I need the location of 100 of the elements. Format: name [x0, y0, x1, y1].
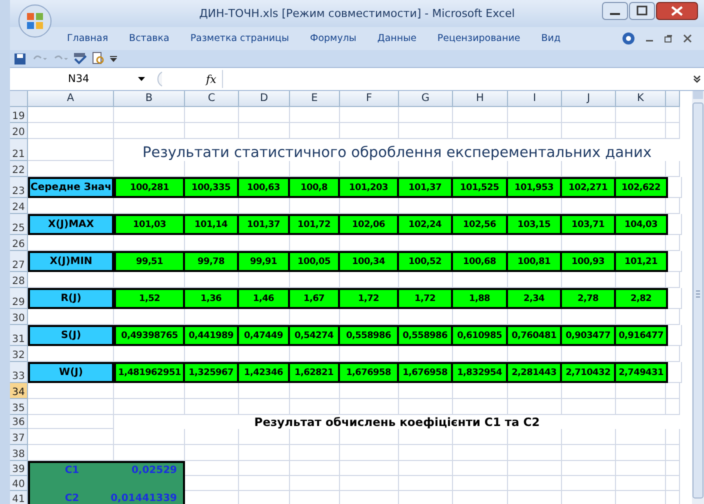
table-cell: 100,81: [508, 253, 562, 270]
empty-cell: [453, 445, 508, 461]
row-header[interactable]: 36: [10, 415, 28, 429]
empty-cell: [114, 107, 185, 123]
row-header[interactable]: 38: [10, 445, 28, 461]
help-icon[interactable]: [622, 32, 635, 45]
table-cell: 99,91: [239, 253, 290, 270]
row-header[interactable]: 33: [10, 362, 28, 383]
row-header[interactable]: 35: [10, 399, 28, 415]
column-header[interactable]: H: [453, 91, 508, 107]
ribbon-tab[interactable]: Главная: [67, 33, 108, 44]
empty-cell: [340, 161, 399, 177]
column-header[interactable]: A: [28, 91, 114, 107]
empty-cell: [616, 461, 666, 476]
ribbon-tab[interactable]: Разметка страницы: [190, 33, 290, 44]
column-header[interactable]: I: [508, 91, 562, 107]
row-header[interactable]: 29: [10, 288, 28, 309]
column-header[interactable]: E: [290, 91, 340, 107]
row-header[interactable]: 21: [10, 139, 28, 161]
table-cell: 0,903477: [562, 327, 616, 344]
table-cell: 1,676958: [399, 364, 453, 381]
table-cell: 1,67: [290, 290, 340, 307]
empty-cell: [453, 107, 508, 123]
row-header[interactable]: 34: [10, 383, 28, 399]
spelling-check-icon[interactable]: [73, 52, 87, 64]
empty-cell: [666, 123, 680, 139]
close-icon[interactable]: [656, 2, 698, 20]
table-cell: 99,51: [114, 253, 185, 270]
row-header[interactable]: 20: [10, 123, 28, 139]
expand-icon[interactable]: [693, 75, 701, 83]
minimize-icon[interactable]: [602, 2, 628, 20]
empty-cell: [114, 198, 185, 214]
table-cell: 2,78: [562, 290, 616, 307]
print-preview-icon[interactable]: [92, 52, 105, 65]
empty-cell: [666, 198, 680, 214]
column-header[interactable]: J: [562, 91, 616, 107]
row-header[interactable]: 25: [10, 214, 28, 235]
restore-icon[interactable]: [664, 34, 673, 43]
empty-cell: [290, 198, 340, 214]
table-cell: 101,21: [616, 253, 666, 270]
row-header[interactable]: 31: [10, 325, 28, 346]
vertical-scrollbar[interactable]: [692, 91, 704, 504]
table-cell: 102,06: [340, 216, 399, 233]
insert-function-button[interactable]: fx: [200, 72, 222, 86]
ribbon-tab[interactable]: Рецензирование: [437, 33, 520, 44]
table-cell: 101,72: [290, 216, 340, 233]
sheet-title: Результати статистичного оброблення експерементальних даних: [142, 145, 652, 161]
column-header[interactable]: B: [114, 91, 185, 107]
row-header[interactable]: 32: [10, 346, 28, 362]
row-header[interactable]: 24: [10, 198, 28, 214]
row-header[interactable]: 19: [10, 107, 28, 123]
empty-cell: [185, 123, 239, 139]
empty-cell: [666, 476, 680, 491]
row-header[interactable]: 37: [10, 429, 28, 445]
empty-cell: [616, 235, 666, 251]
empty-cell: [185, 309, 239, 325]
column-header[interactable]: D: [239, 91, 290, 107]
table-cell: 0,916477: [616, 327, 666, 344]
empty-cell: [185, 198, 239, 214]
save-icon[interactable]: [14, 52, 26, 64]
empty-cell: [185, 346, 239, 362]
table-cell: 100,52: [399, 253, 453, 270]
table-cell: 0,47449: [239, 327, 290, 344]
table-cell: 103,71: [562, 216, 616, 233]
table-cell: 0,558986: [399, 327, 453, 344]
empty-cell: [666, 309, 680, 325]
column-header[interactable]: G: [399, 91, 453, 107]
column-header[interactable]: C: [185, 91, 239, 107]
empty-cell: [562, 161, 616, 177]
row-header[interactable]: 22: [10, 161, 28, 177]
row-header[interactable]: 30: [10, 309, 28, 325]
ribbon-tab[interactable]: Формулы: [310, 33, 356, 44]
maximize-icon[interactable]: [629, 2, 655, 20]
ribbon-tab[interactable]: Вставка: [129, 33, 170, 44]
row-header[interactable]: 40: [10, 476, 28, 491]
customize-caret-icon[interactable]: [110, 56, 117, 62]
empty-cell: [399, 272, 453, 288]
column-header[interactable]: K: [616, 91, 666, 107]
empty-cell: [562, 445, 616, 461]
close-icon[interactable]: [683, 34, 692, 43]
row-header[interactable]: 27: [10, 251, 28, 272]
ribbon-tab[interactable]: Данные: [377, 33, 416, 44]
empty-cell: [239, 476, 290, 491]
empty-cell: [114, 161, 185, 177]
row-header[interactable]: 41: [10, 491, 28, 504]
name-box[interactable]: N34: [10, 70, 135, 88]
empty-cell: [239, 198, 290, 214]
column-header[interactable]: F: [340, 91, 399, 107]
row-header[interactable]: 28: [10, 272, 28, 288]
dropdown-caret-icon[interactable]: [138, 77, 145, 81]
row-header[interactable]: 23: [10, 177, 28, 198]
empty-cell: [666, 383, 680, 399]
empty-cell: [666, 429, 680, 445]
empty-cell: [114, 235, 185, 251]
ribbon-tab[interactable]: Вид: [541, 33, 561, 44]
table-cell: 99,78: [185, 253, 239, 270]
row-header[interactable]: 26: [10, 235, 28, 251]
row-header[interactable]: 39: [10, 461, 28, 476]
empty-cell: [562, 346, 616, 362]
table-cell: 2,749431: [616, 364, 666, 381]
